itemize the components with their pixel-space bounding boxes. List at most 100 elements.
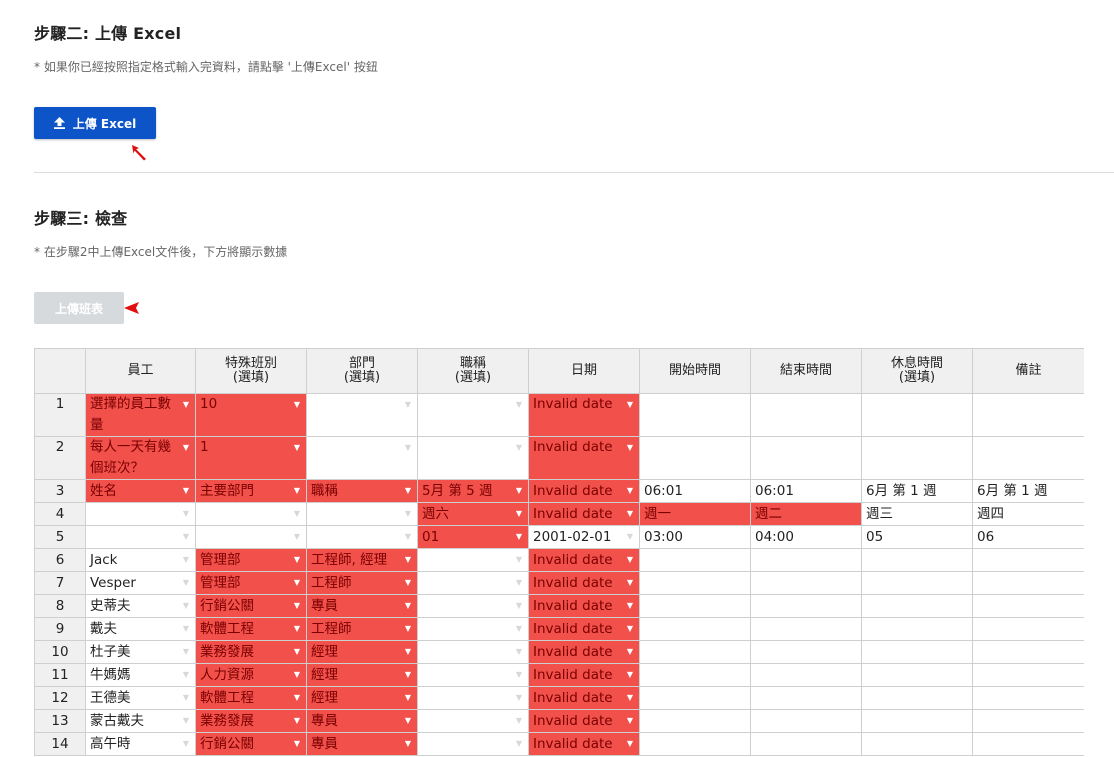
grid-cell[interactable]: Invalid date ▼ xyxy=(528,686,640,710)
grid-cell[interactable]: Invalid date ▼ xyxy=(528,479,640,503)
dropdown-arrow-icon[interactable]: ▼ xyxy=(183,739,189,749)
grid-cell[interactable]: 週三 xyxy=(861,502,973,526)
dropdown-arrow-icon[interactable]: ▼ xyxy=(516,647,522,657)
dropdown-arrow-icon[interactable]: ▼ xyxy=(516,601,522,611)
dropdown-arrow-icon[interactable]: ▼ xyxy=(183,624,189,634)
grid-cell[interactable]: 01 ▼ xyxy=(417,525,529,549)
dropdown-arrow-icon[interactable]: ▼ xyxy=(183,647,189,657)
grid-cell[interactable] xyxy=(639,640,751,664)
grid-cell[interactable] xyxy=(972,571,1084,595)
dropdown-arrow-icon[interactable]: ▼ xyxy=(183,578,189,588)
grid-cell[interactable]: 5月 第 5 週 ▼ xyxy=(417,479,529,503)
grid-cell[interactable] xyxy=(972,617,1084,641)
dropdown-arrow-icon[interactable]: ▼ xyxy=(405,532,411,542)
grid-cell[interactable]: 牛媽媽 ▼ xyxy=(85,663,196,687)
dropdown-arrow-icon[interactable]: ▼ xyxy=(294,578,300,588)
grid-cell[interactable]: ▼ xyxy=(417,640,529,664)
dropdown-arrow-icon[interactable]: ▼ xyxy=(294,486,300,496)
grid-cell[interactable]: 選擇的員工數量 ▼ xyxy=(85,393,196,437)
grid-cell[interactable] xyxy=(861,548,973,572)
grid-cell[interactable] xyxy=(861,686,973,710)
grid-cell[interactable]: ▼ xyxy=(417,436,529,480)
grid-cell[interactable] xyxy=(972,548,1084,572)
dropdown-arrow-icon[interactable]: ▼ xyxy=(183,509,189,519)
grid-cell[interactable] xyxy=(750,548,862,572)
dropdown-arrow-icon[interactable]: ▼ xyxy=(627,486,633,496)
grid-cell[interactable] xyxy=(639,709,751,733)
grid-cell[interactable]: 經理 ▼ xyxy=(306,640,418,664)
dropdown-arrow-icon[interactable]: ▼ xyxy=(516,578,522,588)
dropdown-arrow-icon[interactable]: ▼ xyxy=(294,443,300,453)
dropdown-arrow-icon[interactable]: ▼ xyxy=(294,555,300,565)
dropdown-arrow-icon[interactable]: ▼ xyxy=(294,624,300,634)
grid-cell[interactable]: Invalid date ▼ xyxy=(528,436,640,480)
grid-cell[interactable]: ▼ xyxy=(417,393,529,437)
dropdown-arrow-icon[interactable]: ▼ xyxy=(294,693,300,703)
grid-cell[interactable]: Invalid date ▼ xyxy=(528,732,640,756)
grid-cell[interactable]: Vesper ▼ xyxy=(85,571,196,595)
dropdown-arrow-icon[interactable]: ▼ xyxy=(294,601,300,611)
grid-cell[interactable] xyxy=(861,663,973,687)
grid-cell[interactable]: 6月 第 1 週 xyxy=(861,479,973,503)
grid-cell[interactable]: 工程師 ▼ xyxy=(306,571,418,595)
grid-cell[interactable]: Invalid date ▼ xyxy=(528,548,640,572)
grid-cell[interactable]: 週六 ▼ xyxy=(417,502,529,526)
grid-cell[interactable]: ▼ xyxy=(417,732,529,756)
grid-cell[interactable]: 史蒂夫 ▼ xyxy=(85,594,196,618)
grid-cell[interactable]: 蒙古戴夫 ▼ xyxy=(85,709,196,733)
grid-cell[interactable]: 經理 ▼ xyxy=(306,686,418,710)
dropdown-arrow-icon[interactable]: ▼ xyxy=(183,400,189,410)
grid-cell[interactable]: Invalid date ▼ xyxy=(528,571,640,595)
grid-cell[interactable]: 04:00 xyxy=(750,525,862,549)
dropdown-arrow-icon[interactable]: ▼ xyxy=(627,670,633,680)
dropdown-arrow-icon[interactable]: ▼ xyxy=(294,400,300,410)
grid-cell[interactable]: ▼ xyxy=(417,617,529,641)
grid-cell[interactable] xyxy=(972,732,1084,756)
grid-cell[interactable] xyxy=(972,663,1084,687)
dropdown-arrow-icon[interactable]: ▼ xyxy=(516,443,522,453)
dropdown-arrow-icon[interactable]: ▼ xyxy=(405,555,411,565)
dropdown-arrow-icon[interactable]: ▼ xyxy=(294,509,300,519)
dropdown-arrow-icon[interactable]: ▼ xyxy=(627,509,633,519)
grid-cell[interactable] xyxy=(750,393,862,437)
grid-cell[interactable]: 每人一天有幾個班次？ ▼ xyxy=(85,436,196,480)
dropdown-arrow-icon[interactable]: ▼ xyxy=(627,443,633,453)
dropdown-arrow-icon[interactable]: ▼ xyxy=(516,400,522,410)
grid-cell[interactable]: 人力資源 ▼ xyxy=(195,663,307,687)
grid-cell[interactable]: 6月 第 1 週 xyxy=(972,479,1084,503)
dropdown-arrow-icon[interactable]: ▼ xyxy=(627,693,633,703)
grid-cell[interactable]: 週四 xyxy=(972,502,1084,526)
dropdown-arrow-icon[interactable]: ▼ xyxy=(183,532,189,542)
grid-cell[interactable]: Invalid date ▼ xyxy=(528,663,640,687)
grid-cell[interactable]: 管理部 ▼ xyxy=(195,548,307,572)
grid-cell[interactable]: 03:00 xyxy=(639,525,751,549)
dropdown-arrow-icon[interactable]: ▼ xyxy=(627,555,633,565)
grid-cell[interactable] xyxy=(861,393,973,437)
grid-cell[interactable]: Invalid date ▼ xyxy=(528,594,640,618)
dropdown-arrow-icon[interactable]: ▼ xyxy=(627,647,633,657)
grid-cell[interactable]: 05 xyxy=(861,525,973,549)
grid-cell[interactable]: 業務發展 ▼ xyxy=(195,709,307,733)
grid-cell[interactable] xyxy=(972,686,1084,710)
dropdown-arrow-icon[interactable]: ▼ xyxy=(516,670,522,680)
grid-cell[interactable]: 1 ▼ xyxy=(195,436,307,480)
grid-cell[interactable]: ▼ xyxy=(417,594,529,618)
dropdown-arrow-icon[interactable]: ▼ xyxy=(294,647,300,657)
grid-cell[interactable]: 戴夫 ▼ xyxy=(85,617,196,641)
dropdown-arrow-icon[interactable]: ▼ xyxy=(516,716,522,726)
dropdown-arrow-icon[interactable]: ▼ xyxy=(294,670,300,680)
dropdown-arrow-icon[interactable]: ▼ xyxy=(627,578,633,588)
grid-cell[interactable] xyxy=(861,571,973,595)
dropdown-arrow-icon[interactable]: ▼ xyxy=(627,739,633,749)
grid-cell[interactable] xyxy=(750,640,862,664)
grid-cell[interactable] xyxy=(639,393,751,437)
grid-cell[interactable]: 週二 xyxy=(750,502,862,526)
grid-cell[interactable] xyxy=(639,436,751,480)
dropdown-arrow-icon[interactable]: ▼ xyxy=(516,624,522,634)
grid-cell[interactable]: 專員 ▼ xyxy=(306,594,418,618)
grid-cell[interactable]: 軟體工程 ▼ xyxy=(195,686,307,710)
grid-cell[interactable]: ▼ xyxy=(417,571,529,595)
dropdown-arrow-icon[interactable]: ▼ xyxy=(516,532,522,542)
dropdown-arrow-icon[interactable]: ▼ xyxy=(183,601,189,611)
grid-cell[interactable] xyxy=(861,732,973,756)
